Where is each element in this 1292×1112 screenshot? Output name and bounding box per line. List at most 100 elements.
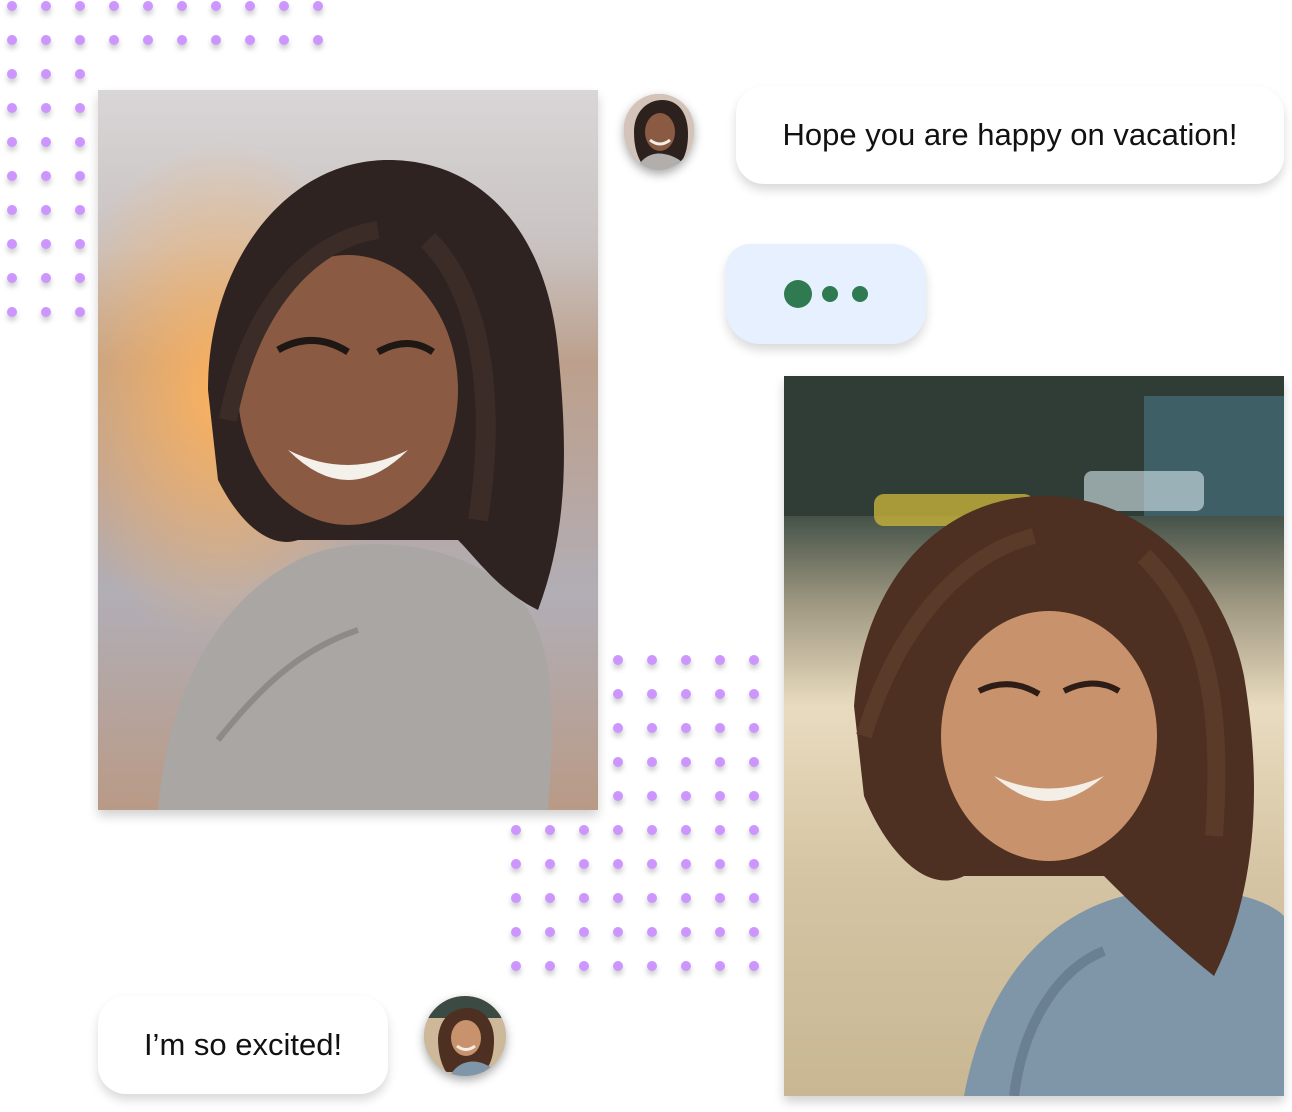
decorative-dot <box>41 69 51 79</box>
decorative-dot <box>7 137 17 147</box>
message-bubble-bottom: I’m so excited! <box>98 996 388 1094</box>
decorative-dot <box>613 723 623 733</box>
decorative-dot <box>41 103 51 113</box>
decorative-dot <box>75 69 85 79</box>
photo-woman-beach <box>784 376 1284 1096</box>
decorative-dot <box>579 859 589 869</box>
decorative-dot <box>681 689 691 699</box>
decorative-dot <box>715 689 725 699</box>
decorative-dot <box>7 239 17 249</box>
decorative-dot <box>647 723 657 733</box>
decorative-dot <box>75 103 85 113</box>
decorative-dot <box>681 723 691 733</box>
avatar-top[interactable] <box>624 94 694 170</box>
decorative-dot <box>545 961 555 971</box>
decorative-dot <box>647 757 657 767</box>
decorative-dot <box>749 961 759 971</box>
decorative-dot <box>647 689 657 699</box>
decorative-dot <box>715 961 725 971</box>
photo-woman-sunset <box>98 90 598 810</box>
decorative-dot <box>7 35 17 45</box>
typing-dot-3 <box>852 286 868 302</box>
decorative-dot <box>75 137 85 147</box>
decorative-dot <box>7 205 17 215</box>
typing-dot-1 <box>784 280 812 308</box>
decorative-dot <box>511 825 521 835</box>
decorative-dot <box>749 757 759 767</box>
decorative-dot <box>647 791 657 801</box>
decorative-dot <box>75 171 85 181</box>
decorative-dot <box>715 655 725 665</box>
decorative-dot <box>613 689 623 699</box>
decorative-dot <box>647 961 657 971</box>
decorative-dot <box>613 893 623 903</box>
decorative-dot <box>647 893 657 903</box>
decorative-dot <box>41 273 51 283</box>
decorative-dot <box>75 1 85 11</box>
decorative-dot <box>715 859 725 869</box>
decorative-dot <box>647 859 657 869</box>
decorative-dot <box>41 137 51 147</box>
avatar-bottom[interactable] <box>424 996 506 1076</box>
decorative-dot <box>579 927 589 937</box>
decorative-dot <box>715 723 725 733</box>
decorative-dot <box>41 171 51 181</box>
decorative-dot <box>579 893 589 903</box>
decorative-dot <box>313 35 323 45</box>
message-bubble-top: Hope you are happy on vacation! <box>736 86 1284 184</box>
decorative-dot <box>545 825 555 835</box>
decorative-dot <box>143 1 153 11</box>
decorative-dot <box>211 35 221 45</box>
decorative-dot <box>41 239 51 249</box>
decorative-dot <box>511 893 521 903</box>
decorative-dot <box>681 893 691 903</box>
decorative-dot <box>245 35 255 45</box>
typing-dot-2 <box>822 286 838 302</box>
decorative-dot <box>647 927 657 937</box>
decorative-dot <box>511 927 521 937</box>
decorative-dot <box>75 35 85 45</box>
decorative-dot <box>41 1 51 11</box>
decorative-dot <box>613 791 623 801</box>
decorative-dot <box>143 35 153 45</box>
decorative-dot <box>715 791 725 801</box>
decorative-dot <box>41 307 51 317</box>
decorative-dot <box>715 893 725 903</box>
decorative-dot <box>7 273 17 283</box>
decorative-dot <box>681 655 691 665</box>
decorative-dot <box>7 307 17 317</box>
decorative-dot <box>41 205 51 215</box>
decorative-dot <box>211 1 221 11</box>
decorative-dot <box>579 961 589 971</box>
decorative-dot <box>511 859 521 869</box>
decorative-dot <box>177 35 187 45</box>
decorative-dot <box>749 723 759 733</box>
typing-indicator <box>726 244 926 344</box>
message-text-top: Hope you are happy on vacation! <box>782 117 1238 152</box>
decorative-dot <box>75 239 85 249</box>
decorative-dot <box>647 825 657 835</box>
decorative-dot <box>749 825 759 835</box>
decorative-dot <box>749 927 759 937</box>
decorative-dot <box>715 927 725 937</box>
decorative-dot <box>681 825 691 835</box>
decorative-dot <box>41 35 51 45</box>
decorative-dot <box>75 307 85 317</box>
decorative-dot <box>545 927 555 937</box>
decorative-dot <box>7 69 17 79</box>
decorative-dot <box>75 205 85 215</box>
decorative-dot <box>681 791 691 801</box>
decorative-dot <box>613 859 623 869</box>
decorative-dot <box>613 655 623 665</box>
decorative-dot <box>313 1 323 11</box>
decorative-dot <box>7 103 17 113</box>
decorative-dot <box>545 859 555 869</box>
decorative-dot <box>7 171 17 181</box>
decorative-dot <box>613 961 623 971</box>
decorative-dot <box>109 1 119 11</box>
decorative-dot <box>177 1 187 11</box>
decorative-dot <box>681 859 691 869</box>
decorative-dot <box>749 689 759 699</box>
decorative-dot <box>681 961 691 971</box>
decorative-dot <box>279 1 289 11</box>
